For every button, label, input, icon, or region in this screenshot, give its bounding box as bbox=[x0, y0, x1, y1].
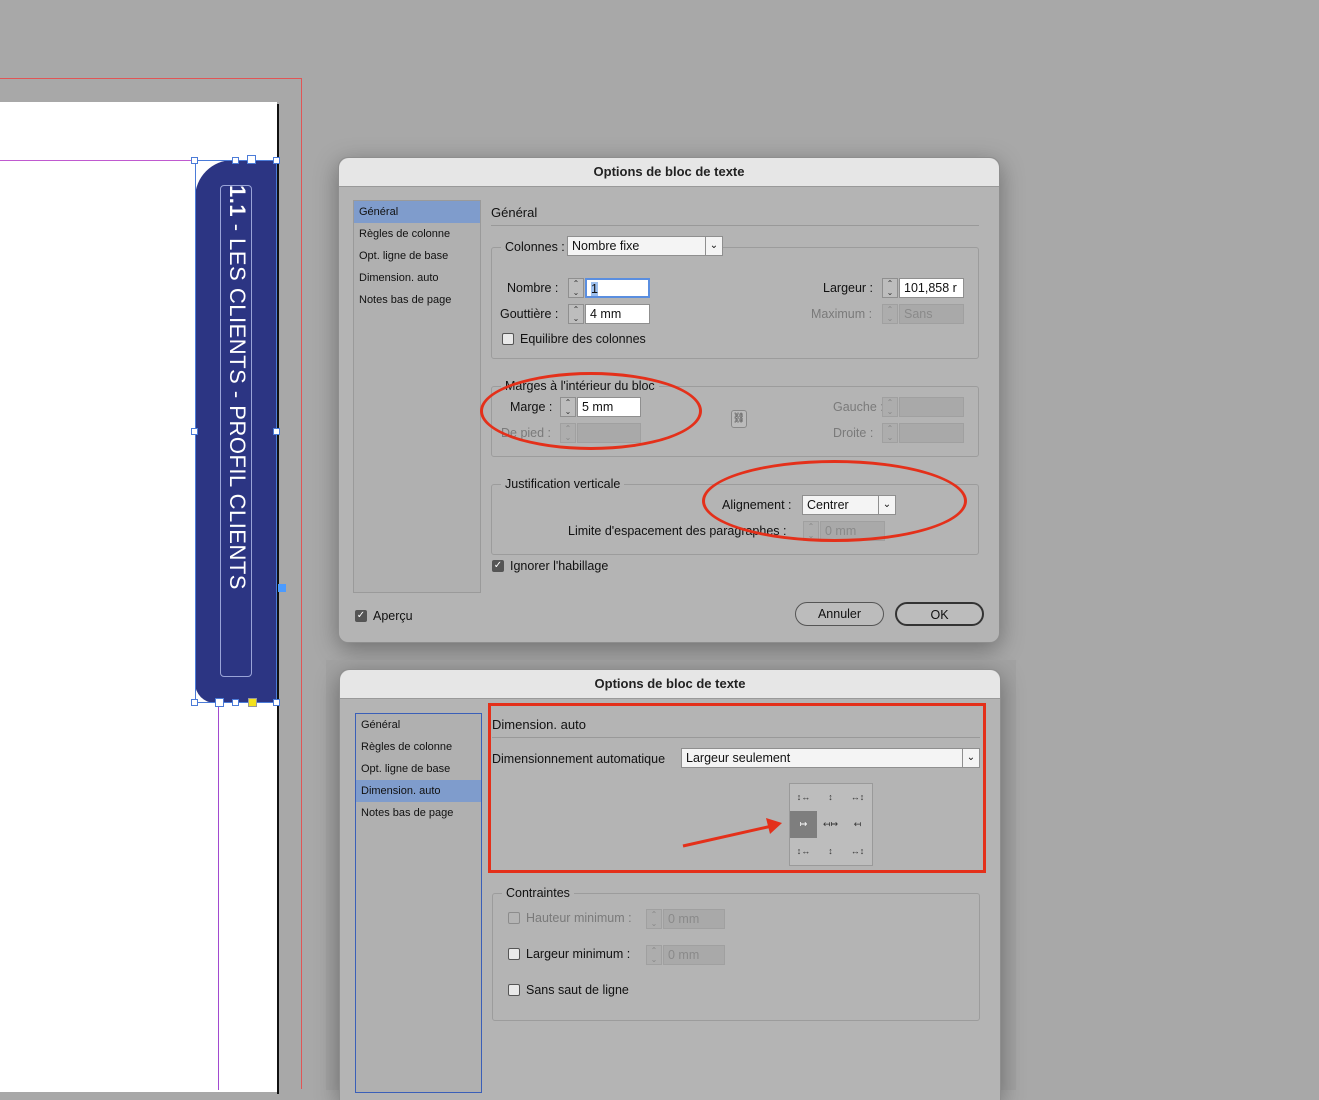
number-value: 1 bbox=[591, 282, 598, 296]
number-input[interactable]: 1 bbox=[585, 278, 650, 298]
width-input[interactable]: 101,858 r bbox=[899, 278, 964, 298]
number-label: Nombre : bbox=[507, 281, 559, 295]
min-height-label: Hauteur minimum : bbox=[526, 911, 632, 925]
cancel-button[interactable]: Annuler bbox=[795, 602, 884, 626]
sidebar-item-baseline[interactable]: Opt. ligne de base bbox=[354, 245, 480, 267]
inset-right-label: Droite : bbox=[833, 426, 874, 440]
frame-handle-t2[interactable] bbox=[247, 155, 256, 164]
vertical-justification-title: Justification verticale bbox=[501, 477, 625, 491]
sidebar-item-general[interactable]: Général bbox=[354, 201, 480, 223]
preview-label: Aperçu bbox=[373, 609, 413, 623]
ok-button[interactable]: OK bbox=[895, 602, 984, 626]
no-line-break-checkbox[interactable] bbox=[508, 984, 520, 996]
frame-handle-t[interactable] bbox=[232, 157, 239, 164]
min-height-input: 0 mm bbox=[663, 909, 725, 929]
dialog-title: Options de bloc de texte bbox=[340, 670, 1000, 699]
sidebar-item-column-rules[interactable]: Règles de colonne bbox=[354, 223, 480, 245]
maximum-label: Maximum : bbox=[811, 307, 873, 321]
no-line-break-label: Sans saut de ligne bbox=[526, 983, 629, 997]
gutter-input[interactable]: 4 mm bbox=[585, 304, 650, 324]
inset-right-input bbox=[899, 423, 964, 443]
frame-handle-l[interactable] bbox=[191, 428, 198, 435]
sidebar-item-footnotes[interactable]: Notes bas de page bbox=[356, 802, 481, 824]
maximum-stepper: ⌃ ⌄ bbox=[882, 304, 898, 324]
column-guide bbox=[218, 700, 219, 1090]
gutter-label: Gouttière : bbox=[500, 307, 559, 321]
columns-label: Colonnes : bbox=[501, 240, 569, 254]
frame-handle-b[interactable] bbox=[232, 699, 239, 706]
width-stepper[interactable]: ⌃ ⌄ bbox=[882, 278, 898, 298]
columns-type-select[interactable]: Nombre fixe ⌄ bbox=[567, 236, 723, 256]
frame-handle-bl[interactable] bbox=[191, 699, 198, 706]
inset-left-label: Gauche : bbox=[833, 400, 884, 414]
frame-handle-r[interactable] bbox=[273, 428, 280, 435]
section-divider bbox=[491, 225, 979, 226]
annotation-ellipse-alignment bbox=[702, 460, 967, 542]
min-width-checkbox[interactable] bbox=[508, 948, 520, 960]
frame-corner-option-handle[interactable] bbox=[248, 698, 257, 707]
inset-right-stepper: ⌃ ⌄ bbox=[882, 423, 898, 443]
sidebar-item-baseline[interactable]: Opt. ligne de base bbox=[356, 758, 481, 780]
text-frame-options-dialog-general: Options de bloc de texte Général Règles … bbox=[338, 157, 1000, 643]
section-title: Général bbox=[491, 205, 538, 220]
width-label: Largeur : bbox=[823, 281, 874, 295]
inset-left-stepper: ⌃ ⌄ bbox=[882, 397, 898, 417]
dialog-sidebar: Général Règles de colonne Opt. ligne de … bbox=[353, 200, 481, 593]
link-icon[interactable]: ⛓ bbox=[731, 410, 747, 428]
sidebar-item-column-rules[interactable]: Règles de colonne bbox=[356, 736, 481, 758]
annotation-arrow-icon bbox=[682, 818, 782, 848]
sidebar-item-footnotes[interactable]: Notes bas de page bbox=[354, 289, 480, 311]
min-height-stepper: ⌃ ⌄ bbox=[646, 909, 662, 929]
frame-handle-br[interactable] bbox=[273, 699, 280, 706]
chevron-down-icon: ⌄ bbox=[705, 237, 722, 255]
gutter-stepper[interactable]: ⌃ ⌄ bbox=[568, 304, 584, 324]
min-height-checkbox bbox=[508, 912, 520, 924]
frame-handle-tl[interactable] bbox=[191, 157, 198, 164]
sidebar-item-autosize[interactable]: Dimension. auto bbox=[356, 780, 481, 802]
maximum-input: Sans bbox=[899, 304, 964, 324]
dialog-title: Options de bloc de texte bbox=[339, 158, 999, 187]
columns-type-value: Nombre fixe bbox=[572, 239, 640, 253]
dialog-sidebar: Général Règles de colonne Opt. ligne de … bbox=[355, 713, 482, 1093]
sidebar-item-autosize[interactable]: Dimension. auto bbox=[354, 267, 480, 289]
frame-selection-box bbox=[195, 160, 277, 703]
constraints-title: Contraintes bbox=[502, 886, 574, 900]
preview-checkbox[interactable]: ✓ bbox=[355, 610, 367, 622]
text-out-port[interactable] bbox=[278, 584, 286, 592]
frame-handle-b1[interactable] bbox=[215, 698, 224, 707]
number-stepper[interactable]: ⌃ ⌄ bbox=[568, 278, 584, 298]
sidebar-item-general[interactable]: Général bbox=[356, 714, 481, 736]
min-width-input: 0 mm bbox=[663, 945, 725, 965]
margin-guide bbox=[0, 160, 200, 161]
annotation-ellipse-inset bbox=[480, 372, 702, 450]
balance-columns-label: Equilibre des colonnes bbox=[520, 332, 646, 346]
ignore-wrap-label: Ignorer l'habillage bbox=[510, 559, 609, 573]
inset-left-input bbox=[899, 397, 964, 417]
min-width-label: Largeur minimum : bbox=[526, 947, 631, 961]
min-width-stepper: ⌃ ⌄ bbox=[646, 945, 662, 965]
ignore-wrap-checkbox[interactable]: ✓ bbox=[492, 560, 504, 572]
text-frame-options-dialog-autosize: Options de bloc de texte Général Règles … bbox=[339, 669, 1001, 1100]
frame-handle-tr[interactable] bbox=[273, 157, 280, 164]
balance-columns-checkbox[interactable] bbox=[502, 333, 514, 345]
page-shadow bbox=[277, 104, 279, 1094]
